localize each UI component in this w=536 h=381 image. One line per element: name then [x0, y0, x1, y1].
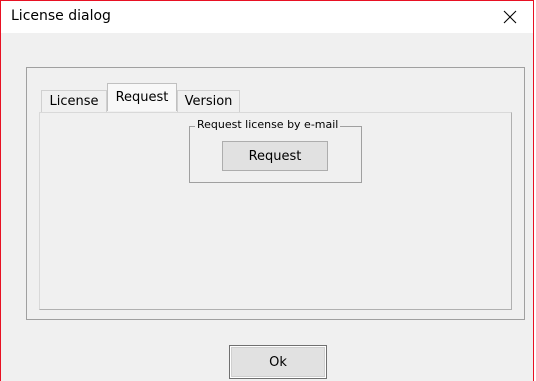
close-button[interactable] [487, 1, 533, 33]
tab-version-label: Version [184, 94, 233, 109]
tab-license[interactable]: License [41, 90, 107, 112]
title-bar[interactable]: License dialog [1, 1, 533, 33]
request-button[interactable]: Request [222, 141, 328, 171]
request-license-legend: Request license by e-mail [195, 118, 341, 132]
tab-request[interactable]: Request [107, 83, 177, 111]
tab-request-label: Request [115, 90, 169, 105]
close-icon [503, 10, 517, 24]
window-title: License dialog [11, 8, 111, 24]
ok-button-label: Ok [269, 354, 287, 370]
ok-button[interactable]: Ok [229, 345, 327, 379]
request-button-label: Request [248, 148, 302, 164]
tab-license-label: License [49, 94, 99, 109]
tab-version[interactable]: Version [177, 90, 240, 112]
